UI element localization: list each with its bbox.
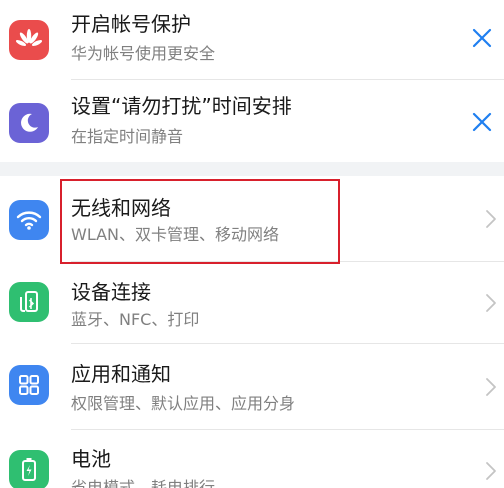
section-gap: [0, 162, 504, 176]
suggestion-title: 开启帐号保护: [71, 12, 191, 36]
settings-item-title: 设备连接: [71, 280, 151, 304]
settings-item-title: 应用和通知: [71, 362, 171, 386]
suggestion-title: 设置“请勿打扰”时间安排: [71, 94, 292, 118]
chevron-right-icon: [486, 462, 496, 480]
highlight-box: [60, 179, 340, 264]
close-icon[interactable]: [470, 26, 494, 50]
settings-item-subtitle: 蓝牙、NFC、打印: [71, 310, 200, 329]
suggestion-account-protection[interactable]: 开启帐号保护 华为帐号使用更安全: [0, 0, 504, 80]
settings-item-apps-notifications[interactable]: 应用和通知 权限管理、默认应用、应用分身: [0, 344, 504, 430]
battery-icon: [9, 450, 49, 488]
settings-item-title: 电池: [71, 447, 111, 471]
moon-icon: [9, 103, 49, 143]
settings-item-device-connection[interactable]: 设备连接 蓝牙、NFC、打印: [0, 262, 504, 344]
suggestion-subtitle: 在指定时间静音: [71, 127, 184, 146]
wifi-icon: [9, 200, 49, 240]
settings-item-subtitle: 权限管理、默认应用、应用分身: [71, 394, 296, 413]
settings-item-battery[interactable]: 电池 省电模式、耗电排行: [0, 430, 504, 488]
suggestion-subtitle: 华为帐号使用更安全: [71, 44, 216, 63]
chevron-right-icon: [486, 210, 496, 228]
suggestion-do-not-disturb[interactable]: 设置“请勿打扰”时间安排 在指定时间静音: [0, 80, 504, 162]
chevron-right-icon: [486, 294, 496, 312]
close-icon[interactable]: [470, 110, 494, 134]
device-connect-icon: [9, 282, 49, 322]
chevron-right-icon: [486, 378, 496, 396]
apps-grid-icon: [9, 365, 49, 405]
settings-item-subtitle: 省电模式、耗电排行: [71, 478, 216, 488]
huawei-logo-icon: [9, 20, 49, 60]
